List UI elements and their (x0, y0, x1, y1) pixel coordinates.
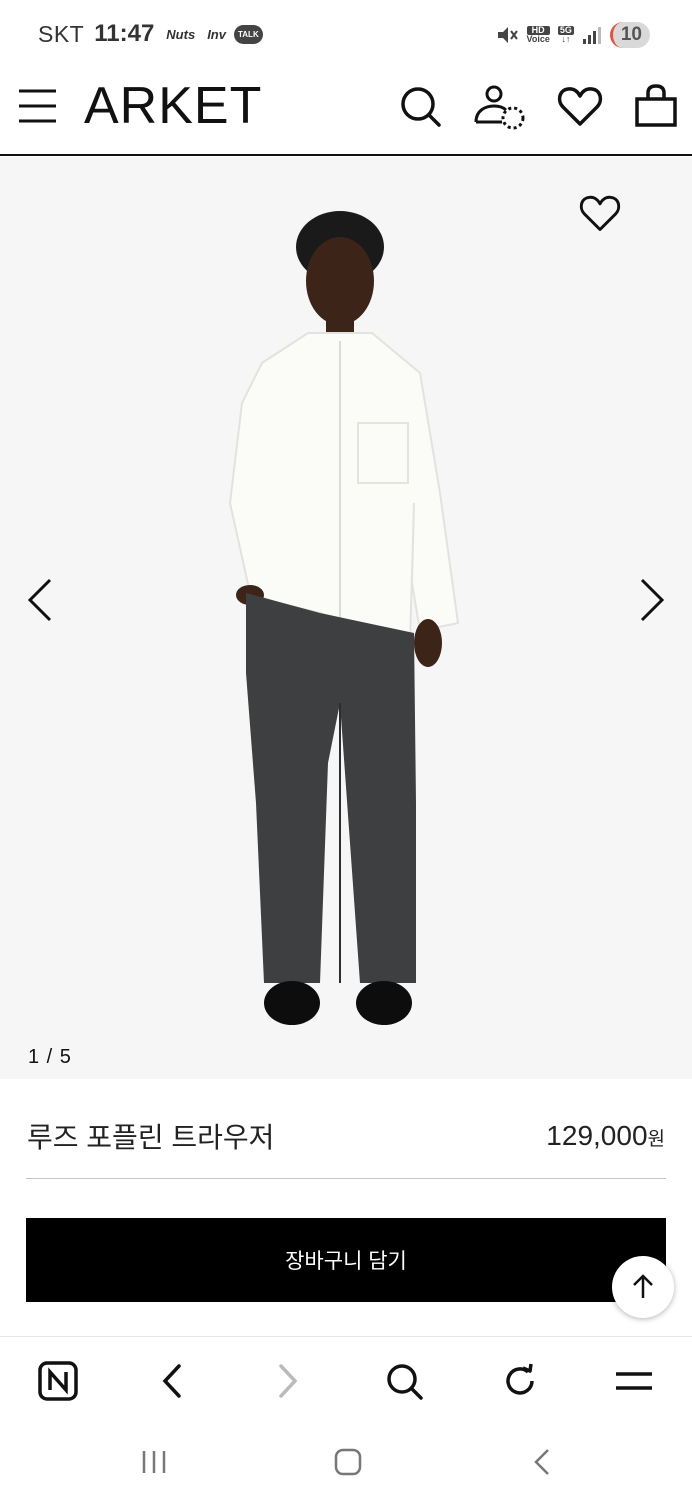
nuts-app-icon: Nuts (166, 26, 196, 42)
browser-search-button[interactable] (382, 1359, 426, 1403)
browser-toolbar (0, 1336, 692, 1422)
price-value: 129,000 (546, 1120, 648, 1151)
back-icon (534, 1449, 549, 1475)
refresh-icon (506, 1363, 534, 1395)
browser-back-button[interactable] (150, 1359, 194, 1403)
inv-app-icon: Inv (207, 26, 226, 42)
next-image-icon[interactable] (634, 575, 670, 625)
back-icon (162, 1364, 181, 1398)
arrow-up-icon (633, 1274, 653, 1298)
price-currency: 원 (647, 1129, 665, 1150)
browser-menu-button[interactable] (612, 1359, 656, 1403)
browser-forward-button[interactable] (266, 1359, 310, 1403)
search-icon[interactable] (396, 82, 444, 130)
add-to-cart-button[interactable]: 장바구니 담기 (26, 1218, 666, 1302)
carrier-label: SKT (38, 20, 85, 47)
status-bar: SKT 11:47 Nuts Inv TALK HD Voice 5G ↓↑ 1… (0, 0, 692, 68)
system-back-button[interactable] (522, 1442, 562, 1482)
search-icon (387, 1364, 423, 1400)
forward-icon (279, 1364, 298, 1398)
network-5g-icon: 5G ↓↑ (557, 26, 574, 44)
menu-icon (616, 1372, 652, 1390)
voice-label: Voice (526, 34, 550, 44)
data-arrows: ↓↑ (561, 34, 571, 44)
clock: 11:47 (94, 20, 155, 47)
naver-home-button[interactable] (36, 1359, 80, 1403)
mute-icon (497, 27, 518, 43)
status-left: SKT 11:47 Nuts Inv TALK (38, 20, 263, 48)
product-name: 루즈 포플린 트라우저 (27, 1122, 275, 1153)
account-icon[interactable] (472, 82, 528, 130)
home-button[interactable] (328, 1442, 368, 1482)
kakaotalk-icon: TALK (233, 24, 263, 44)
menu-icon[interactable] (18, 86, 58, 126)
shopping-bag-icon[interactable] (632, 82, 680, 130)
previous-image-icon[interactable] (22, 575, 58, 625)
home-icon (334, 1448, 362, 1476)
divider (26, 1178, 666, 1179)
status-right: HD Voice 5G ↓↑ 10 (495, 22, 650, 48)
product-info: 루즈 포플린 트라우저 129,000원 (0, 1080, 692, 1180)
browser-refresh-button[interactable] (498, 1359, 542, 1403)
product-photo (228, 211, 460, 1025)
brand-logo[interactable]: ARKET (84, 76, 262, 136)
battery-indicator: 10 (609, 22, 650, 48)
site-header: ARKET (0, 68, 692, 156)
system-navigation-bar (0, 1422, 692, 1500)
scroll-to-top-button[interactable] (612, 1256, 674, 1318)
hd-voice-icon: HD Voice (526, 26, 550, 44)
recent-apps-icon (142, 1451, 166, 1473)
product-image-gallery[interactable]: 1 / 5 (0, 157, 692, 1079)
wishlist-icon[interactable] (556, 82, 604, 130)
recent-apps-button[interactable] (134, 1442, 174, 1482)
product-price: 129,000원 (546, 1120, 665, 1152)
image-counter: 1 / 5 (28, 1046, 72, 1068)
signal-icon (582, 27, 601, 44)
add-to-wishlist-icon[interactable] (578, 191, 622, 235)
naver-home-icon (38, 1361, 78, 1401)
